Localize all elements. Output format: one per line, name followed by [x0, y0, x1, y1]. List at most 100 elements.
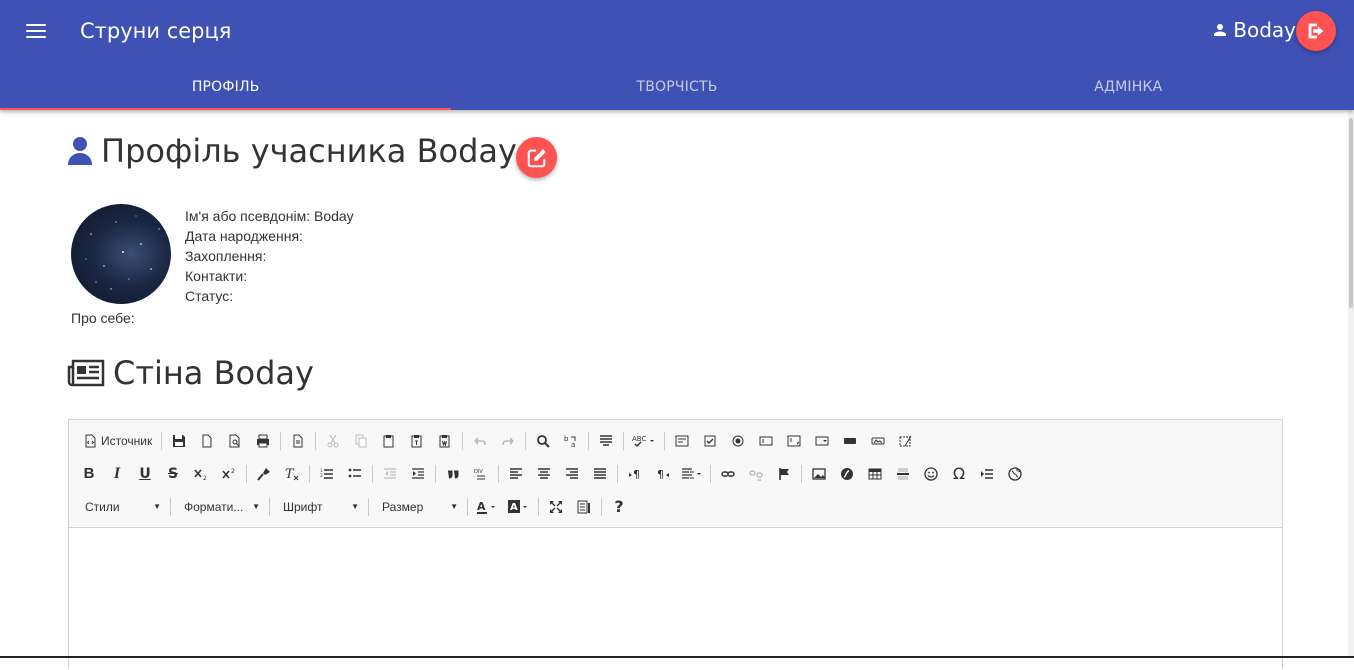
page-break-icon[interactable] [973, 461, 1001, 487]
chevron-down-icon: ▼ [153, 502, 161, 511]
superscript-icon[interactable]: 2 [215, 461, 243, 487]
background-color-icon[interactable]: A [503, 494, 535, 520]
tab-indicator [0, 108, 451, 110]
preview-icon[interactable] [221, 428, 249, 454]
toolbar-separator [161, 431, 163, 450]
checkbox-icon[interactable] [696, 428, 724, 454]
align-right-icon[interactable] [558, 461, 586, 487]
contacts-field: Контакти: [185, 268, 248, 284]
div-container-icon[interactable]: DIV [467, 461, 495, 487]
new-page-icon[interactable] [193, 428, 221, 454]
bulleted-list-icon[interactable] [341, 461, 369, 487]
blockquote-icon[interactable] [439, 461, 467, 487]
spellcheck-icon[interactable]: ABC [627, 428, 661, 454]
tab-admin[interactable]: АДМІНКА [903, 64, 1354, 110]
horizontal-line-icon[interactable] [889, 461, 917, 487]
svg-text:T: T [285, 467, 295, 481]
scrollbar[interactable] [1348, 110, 1354, 658]
toolbar-separator [538, 497, 539, 516]
format-combo[interactable]: Формати... ▼ [174, 495, 266, 519]
styles-combo[interactable]: Стили ▼ [75, 495, 167, 519]
find-icon[interactable] [529, 428, 557, 454]
subscript-icon[interactable]: 2 [187, 461, 215, 487]
toolbar-separator [801, 464, 802, 483]
link-icon[interactable] [714, 461, 742, 487]
print-icon[interactable] [249, 428, 277, 454]
copy-format-icon[interactable] [250, 461, 278, 487]
image-button-icon[interactable] [864, 428, 892, 454]
flash-icon[interactable] [833, 461, 861, 487]
language-icon[interactable] [677, 461, 707, 487]
menu-icon[interactable] [26, 24, 46, 40]
toolbar-row-3: Стили ▼ Формати... ▼ Шрифт ▼ Размер ▼ A A ? [75, 490, 1276, 523]
user-menu[interactable]: Boday [1211, 18, 1296, 42]
textarea-icon[interactable] [780, 428, 808, 454]
size-combo[interactable]: Размер ▼ [372, 495, 464, 519]
undo-icon[interactable] [466, 428, 494, 454]
toolbar-separator [368, 497, 369, 516]
bold-icon[interactable]: B [75, 461, 103, 487]
scrollbar-thumb[interactable] [1349, 118, 1353, 308]
svg-text:A: A [510, 502, 518, 513]
svg-text:2: 2 [203, 475, 207, 481]
toolbar-separator [462, 431, 464, 450]
source-button[interactable]: Источник [75, 428, 158, 454]
copy-icon[interactable] [347, 428, 375, 454]
svg-text:a: a [571, 441, 575, 448]
justify-icon[interactable] [586, 461, 614, 487]
numbered-list-icon[interactable]: 12 [313, 461, 341, 487]
rich-text-editor: Источник ba ABC B I U S 2 2 T 1 2 DIV ¶ … [68, 419, 1283, 670]
birthday-field: Дата народження: [185, 228, 303, 244]
paste-word-icon[interactable] [431, 428, 459, 454]
italic-icon[interactable]: I [103, 461, 131, 487]
image-icon[interactable] [805, 461, 833, 487]
unlink-icon[interactable] [742, 461, 770, 487]
select-all-icon[interactable] [592, 428, 620, 454]
anchor-flag-icon[interactable] [770, 461, 798, 487]
form-icon[interactable] [668, 428, 696, 454]
button-icon[interactable] [836, 428, 864, 454]
toolbar-separator [623, 431, 625, 450]
redo-icon[interactable] [494, 428, 522, 454]
svg-text:b: b [564, 435, 569, 443]
font-combo[interactable]: Шрифт ▼ [273, 495, 365, 519]
hidden-field-icon[interactable] [892, 428, 920, 454]
paste-text-icon[interactable] [403, 428, 431, 454]
tab-profile[interactable]: ПРОФІЛЬ [0, 64, 451, 110]
text-color-icon[interactable]: A [471, 494, 503, 520]
toolbar-separator [372, 464, 373, 483]
special-char-icon[interactable]: Ω [945, 461, 973, 487]
help-icon[interactable]: ? [605, 494, 633, 520]
cut-icon[interactable] [319, 428, 347, 454]
edit-profile-button[interactable] [516, 137, 557, 178]
table-icon[interactable] [861, 461, 889, 487]
chevron-down-icon: ▼ [252, 502, 260, 511]
textfield-icon[interactable] [752, 428, 780, 454]
toolbar-separator [525, 431, 527, 450]
align-left-icon[interactable] [502, 461, 530, 487]
replace-icon[interactable]: ba [557, 428, 585, 454]
maximize-icon[interactable] [542, 494, 570, 520]
source-label: Источник [101, 433, 153, 448]
select-icon[interactable] [808, 428, 836, 454]
logout-button[interactable] [1296, 11, 1336, 51]
ltr-icon[interactable]: ¶ [621, 461, 649, 487]
remove-format-icon[interactable]: T [278, 461, 306, 487]
iframe-globe-icon[interactable] [1001, 461, 1029, 487]
tab-creativity[interactable]: ТВОРЧІСТЬ [451, 64, 902, 110]
outdent-icon[interactable] [376, 461, 404, 487]
radio-icon[interactable] [724, 428, 752, 454]
align-center-icon[interactable] [530, 461, 558, 487]
about-field: Про себе: [71, 310, 135, 326]
editor-content-area[interactable] [69, 528, 1282, 670]
show-blocks-icon[interactable] [570, 494, 598, 520]
save-icon[interactable] [165, 428, 193, 454]
underline-icon[interactable]: U [131, 461, 159, 487]
templates-icon[interactable] [284, 428, 312, 454]
rtl-icon[interactable]: ¶ [649, 461, 677, 487]
chevron-down-icon: ▼ [450, 502, 458, 511]
smiley-icon[interactable] [917, 461, 945, 487]
indent-icon[interactable] [404, 461, 432, 487]
paste-icon[interactable] [375, 428, 403, 454]
strikethrough-icon[interactable]: S [159, 461, 187, 487]
